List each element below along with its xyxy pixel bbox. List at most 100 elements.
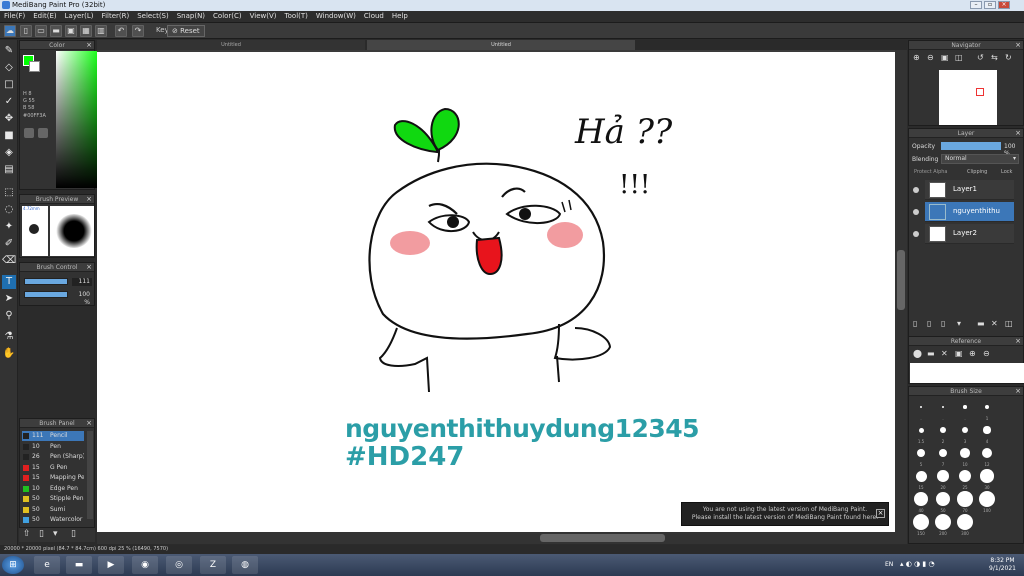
brush-size-dot[interactable] xyxy=(957,491,973,507)
brush-size-slider[interactable] xyxy=(24,278,68,285)
folder-icon[interactable]: ▬ xyxy=(977,319,985,328)
panel-close-icon[interactable]: × xyxy=(86,41,92,50)
panel-close-icon[interactable]: × xyxy=(1015,129,1021,138)
fit-reference-icon[interactable]: ▣ xyxy=(955,349,963,358)
brush-opacity-slider[interactable] xyxy=(24,291,68,298)
brush-size-dot[interactable] xyxy=(984,404,990,410)
tray-icons[interactable]: ▴ ◐ ◑ ▮ ◔ xyxy=(900,560,935,568)
select-eraser-icon[interactable]: ⌫ xyxy=(2,254,16,268)
delete-layer-icon[interactable]: ✕ xyxy=(991,319,998,328)
layout-icon[interactable]: ▥ xyxy=(95,25,107,37)
panel-close-icon[interactable]: × xyxy=(86,419,92,428)
horizontal-scroll-thumb[interactable] xyxy=(540,534,665,542)
menu-cloud[interactable]: Cloud xyxy=(360,11,388,21)
minimize-button[interactable]: – xyxy=(970,1,982,9)
vertical-scroll-thumb[interactable] xyxy=(897,250,905,310)
background-color-swatch[interactable] xyxy=(29,61,40,72)
layer-row-selected[interactable]: nguyenthithu xyxy=(925,202,1014,222)
reference-image-area[interactable] xyxy=(910,363,1024,383)
lasso-tool-icon[interactable]: ◌ xyxy=(2,203,16,217)
brush-size-dot[interactable] xyxy=(958,469,972,483)
palette-add-icon[interactable] xyxy=(38,128,48,138)
brush-item[interactable]: 50 Sumi xyxy=(22,505,84,515)
brush-size-dot[interactable] xyxy=(938,448,948,458)
protect-alpha-checkbox[interactable]: Protect Alpha xyxy=(914,169,947,175)
eraser-tool-icon[interactable]: ◇ xyxy=(2,61,16,75)
layer-opacity-slider[interactable] xyxy=(941,142,1001,150)
explorer-icon[interactable]: ▬ xyxy=(66,556,92,574)
brush-size-dot[interactable] xyxy=(920,406,922,408)
brush-size-dot[interactable] xyxy=(937,470,949,482)
drawing-canvas[interactable]: Hả ?? !!! nguyenthithuydung12345 #HD247 xyxy=(97,52,895,532)
eye-icon[interactable] xyxy=(913,231,919,237)
brush-size-dot[interactable] xyxy=(935,514,951,530)
actual-size-icon[interactable]: ◫ xyxy=(955,53,963,62)
eye-icon[interactable] xyxy=(913,187,919,193)
panel-close-icon[interactable]: × xyxy=(1015,337,1021,346)
zoom-out-icon[interactable]: ⊖ xyxy=(983,349,990,358)
zoom-in-icon[interactable]: ⊕ xyxy=(969,349,976,358)
notice-close-icon[interactable]: × xyxy=(876,509,885,518)
navigator-thumbnail[interactable] xyxy=(939,70,997,125)
panel-close-icon[interactable]: × xyxy=(86,195,92,204)
fill-rect-icon[interactable]: ■ xyxy=(2,129,16,143)
zalo-icon[interactable]: Z xyxy=(200,556,226,574)
blending-select[interactable]: Normal ▾ xyxy=(941,154,1019,164)
brush-size-value[interactable]: 111 xyxy=(72,278,92,286)
open-folder-icon[interactable]: ▬ xyxy=(927,349,935,358)
move-tool-icon[interactable]: ✥ xyxy=(2,112,16,126)
grid-icon[interactable]: ▦ xyxy=(80,25,92,37)
message-icon[interactable]: ▬ xyxy=(50,25,62,37)
brush-size-dot[interactable] xyxy=(913,514,929,530)
bucket-tool-icon[interactable]: ◈ xyxy=(2,146,16,160)
magic-wand-icon[interactable]: ✦ xyxy=(2,220,16,234)
zoom-out-icon[interactable]: ⊖ xyxy=(927,53,934,62)
menu-view[interactable]: View(V) xyxy=(246,11,281,21)
brush-size-dot[interactable] xyxy=(960,448,970,458)
media-player-icon[interactable]: ▶ xyxy=(98,556,124,574)
color-picker-square[interactable] xyxy=(56,51,102,188)
dot-tool-icon[interactable]: □ xyxy=(2,78,16,92)
brush-size-dot[interactable] xyxy=(983,426,991,434)
menu-filter[interactable]: Filter(R) xyxy=(98,11,134,21)
brush-size-dot[interactable] xyxy=(914,492,928,506)
brush-size-dot[interactable] xyxy=(961,426,969,434)
menu-snap[interactable]: Snap(N) xyxy=(173,11,209,21)
chat-icon[interactable]: ▭ xyxy=(35,25,47,37)
rotate-right-icon[interactable]: ↻ xyxy=(1005,53,1012,62)
start-button-icon[interactable]: ⊞ xyxy=(2,556,24,574)
menu-window[interactable]: Window(W) xyxy=(312,11,360,21)
gradient-tool-icon[interactable]: ▤ xyxy=(2,163,16,177)
brush-item[interactable]: 15 G Pen xyxy=(22,463,84,473)
brush-size-dot[interactable] xyxy=(979,491,995,507)
brush-size-dot[interactable] xyxy=(941,405,945,409)
brush-size-dot[interactable] xyxy=(915,470,927,482)
close-reference-icon[interactable]: ✕ xyxy=(941,349,948,358)
menu-tool[interactable]: Tool(T) xyxy=(281,11,312,21)
brush-upload-icon[interactable]: ⇧ xyxy=(23,529,31,539)
close-button[interactable]: × xyxy=(998,1,1010,9)
maximize-button[interactable]: ▫ xyxy=(984,1,996,9)
dropper-tool-icon[interactable]: ⚲ xyxy=(2,309,16,323)
brush-size-dot[interactable] xyxy=(935,491,951,507)
menu-color[interactable]: Color(C) xyxy=(209,11,246,21)
brush-item[interactable]: 111 Pencil xyxy=(22,431,84,441)
hand-tool-icon[interactable]: ✋ xyxy=(2,347,16,361)
panel-close-icon[interactable]: × xyxy=(1015,387,1021,396)
eye-icon[interactable] xyxy=(913,209,919,215)
new-layer-icon[interactable]: ▯ xyxy=(913,319,917,328)
new-halftone-layer-icon[interactable]: ▯ xyxy=(927,319,931,328)
brush-size-dot[interactable] xyxy=(981,447,993,459)
app-icon-green[interactable]: ◉ xyxy=(132,556,158,574)
brush-new-icon[interactable]: ▯ xyxy=(39,529,44,539)
brush-size-dot[interactable] xyxy=(918,427,924,433)
brush-item[interactable]: 10 Pen xyxy=(22,442,84,452)
panel-close-icon[interactable]: × xyxy=(86,263,92,272)
brush-size-dot[interactable] xyxy=(957,514,973,530)
duplicate-layer-icon[interactable]: ▯ xyxy=(941,319,945,328)
brush-list-scrollbar[interactable] xyxy=(87,431,93,519)
horizontal-scrollbar[interactable] xyxy=(97,532,895,544)
select-tool-icon[interactable]: ⬚ xyxy=(2,186,16,200)
flip-icon[interactable]: ⇆ xyxy=(991,53,998,62)
menu-select[interactable]: Select(S) xyxy=(133,11,173,21)
